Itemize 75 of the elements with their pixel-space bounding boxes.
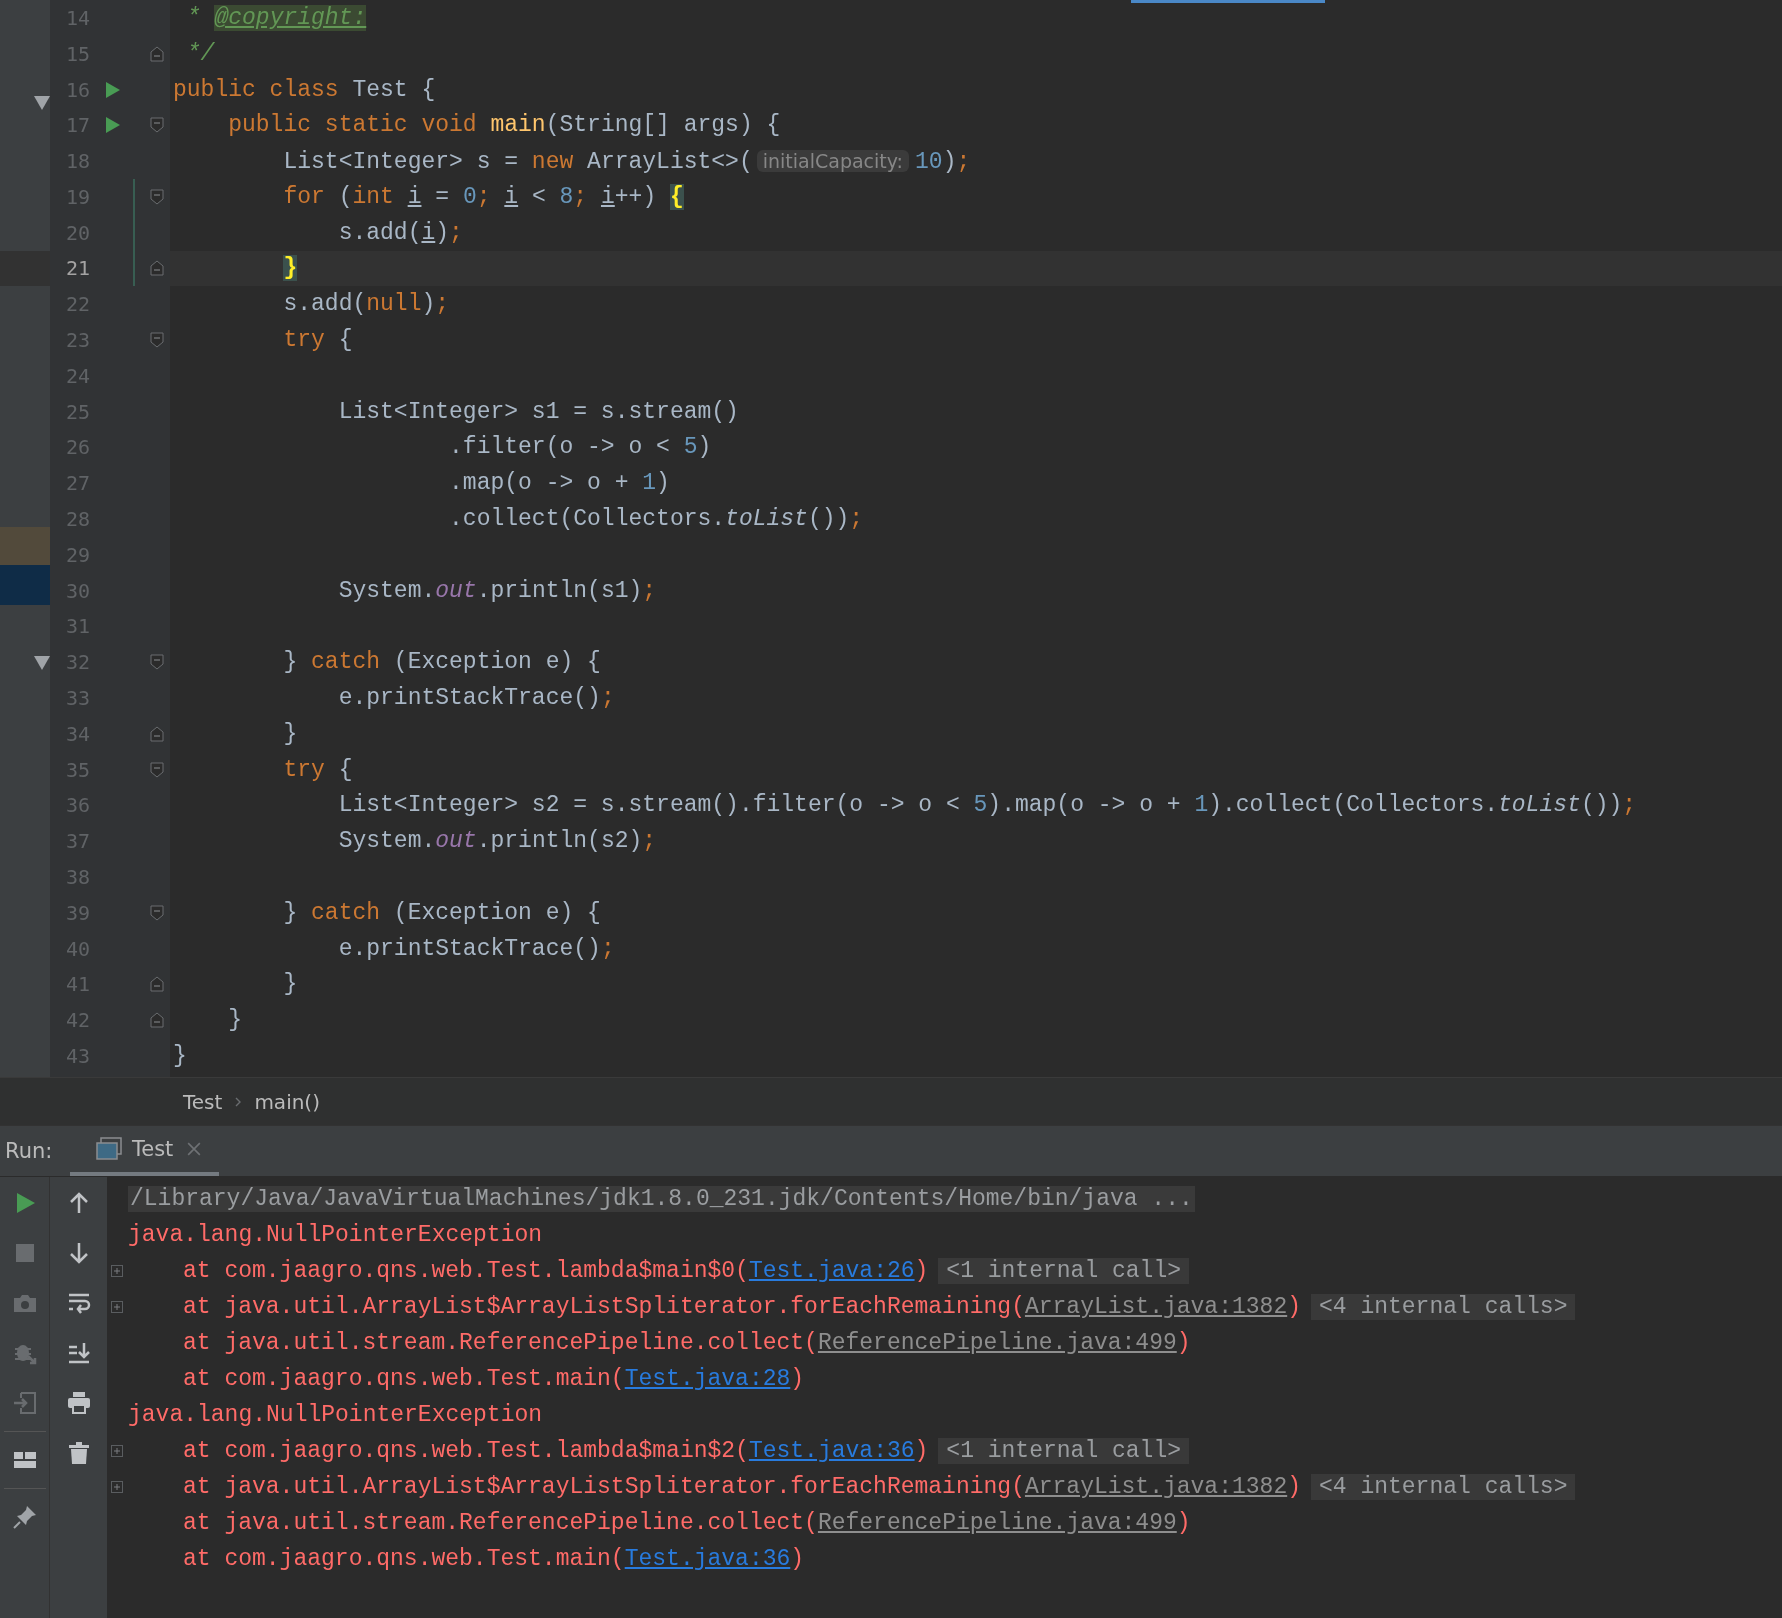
fold-icon[interactable] xyxy=(150,188,164,205)
close-icon[interactable] xyxy=(187,1142,202,1156)
file-link[interactable]: Test.java:26 xyxy=(748,1258,915,1284)
file-link[interactable]: Test.java:36 xyxy=(748,1438,915,1464)
code-line: } xyxy=(173,1042,187,1071)
line-number: 21 xyxy=(64,256,90,281)
print-icon[interactable] xyxy=(66,1391,91,1415)
code-line: List<Integer> s2 = s.stream().filter(o -> o < 5).map(o -> o + 1).collect(Collectors.toList()); xyxy=(337,791,1637,821)
code-line: } xyxy=(282,719,298,749)
breadcrumb-item[interactable]: main() xyxy=(254,1089,320,1114)
fold-icon[interactable] xyxy=(150,654,164,671)
code-line: s.add(null); xyxy=(282,290,450,320)
code-line: e.printStackTrace(); xyxy=(337,684,615,714)
stack-frame: at java.util.ArrayList$ArrayListSpliterator.forEachRemaining(ArrayList.java:1382) xyxy=(128,1294,1301,1320)
code-line: System.out.println(s2); xyxy=(337,827,657,857)
code-line: } catch (Exception e) { xyxy=(282,898,601,928)
expand-icon[interactable] xyxy=(111,1445,123,1457)
stack-frame: at com.jaagro.qns.web.Test.lambda$main$0(Test.java:26) xyxy=(128,1258,929,1284)
fold-icon[interactable] xyxy=(150,904,164,921)
code-line: e.printStackTrace(); xyxy=(337,934,615,964)
breadcrumb-item[interactable]: Test xyxy=(183,1089,223,1114)
run-icon[interactable] xyxy=(106,117,120,134)
fold-icon[interactable] xyxy=(150,761,164,778)
file-link[interactable]: Test.java:36 xyxy=(624,1546,791,1572)
expand-icon[interactable] xyxy=(111,1301,123,1313)
fold-icon[interactable] xyxy=(150,332,164,349)
exception-name: java.lang.NullPointerException xyxy=(128,1402,543,1428)
stack-frame: at com.jaagro.qns.web.Test.main(Test.java:28) xyxy=(128,1366,805,1392)
console-icon xyxy=(96,1137,122,1161)
code-line: } xyxy=(227,1006,242,1036)
code-line: .filter(o -> o < 5) xyxy=(448,433,712,463)
code-line: } catch (Exception e) { xyxy=(282,648,601,678)
code-line: System.out.println(s1); xyxy=(337,576,657,606)
run-icon[interactable] xyxy=(106,81,120,98)
code-line: List<Integer> s1 = s.stream() xyxy=(337,397,739,427)
triangle-icon xyxy=(34,96,50,110)
marker-block xyxy=(0,565,50,605)
code-line: List<Integer> s = new ArrayList<>( initialCapacity: 10); xyxy=(282,147,971,177)
chevron-icon xyxy=(234,1095,243,1108)
expand-icon[interactable] xyxy=(111,1265,123,1277)
file-link[interactable]: Test.java:28 xyxy=(624,1366,791,1392)
code-line: public static void main(String[] args) { xyxy=(227,111,781,141)
stack-frame: at com.jaagro.qns.web.Test.lambda$main$2(Test.java:36) xyxy=(128,1438,929,1464)
code-line: } xyxy=(282,970,298,1000)
stack-frame: at java.util.stream.ReferencePipeline.collect(ReferencePipeline.java:499) xyxy=(128,1510,1191,1536)
code-line: for (int i = 0; i < 8; i++) { xyxy=(282,182,684,212)
panel-label: Run: xyxy=(4,1138,54,1165)
code-line: s.add(i); xyxy=(337,218,463,248)
code-line: try { xyxy=(282,326,353,356)
fold-icon[interactable] xyxy=(150,260,164,277)
code-line: try { xyxy=(282,755,353,785)
code-line: .map(o -> o + 1) xyxy=(448,469,670,499)
marker-block xyxy=(0,527,50,565)
file-link[interactable]: ArrayList.java:1382 xyxy=(1024,1474,1288,1500)
scroll-to-end-icon[interactable] xyxy=(66,1341,91,1365)
soft-wrap-icon[interactable] xyxy=(66,1291,91,1315)
fold-icon[interactable] xyxy=(150,117,164,134)
internal-calls-note[interactable]: <4 internal calls> xyxy=(1311,1294,1576,1320)
file-link[interactable]: ReferencePipeline.java:499 xyxy=(817,1510,1177,1536)
internal-calls-note[interactable]: <1 internal call> xyxy=(938,1438,1189,1464)
internal-calls-note[interactable]: <4 internal calls> xyxy=(1311,1474,1576,1500)
internal-calls-note[interactable]: <1 internal call> xyxy=(938,1258,1189,1284)
stack-frame: at java.util.ArrayList$ArrayListSpliterator.forEachRemaining(ArrayList.java:1382) xyxy=(128,1474,1301,1500)
stack-frame: at java.util.stream.ReferencePipeline.collect(ReferencePipeline.java:499) xyxy=(128,1330,1191,1356)
code-line: .collect(Collectors.toList()); xyxy=(448,505,864,535)
exception-name: java.lang.NullPointerException xyxy=(128,1222,543,1248)
file-link[interactable]: ReferencePipeline.java:499 xyxy=(817,1330,1177,1356)
expand-icon[interactable] xyxy=(111,1481,123,1493)
trash-icon[interactable] xyxy=(66,1441,91,1465)
stack-frame: at com.jaagro.qns.web.Test.main(Test.java:36) xyxy=(128,1546,805,1572)
code-line: */ xyxy=(185,39,215,69)
file-link[interactable]: ArrayList.java:1382 xyxy=(1024,1294,1288,1320)
pin-icon[interactable] xyxy=(12,1505,37,1529)
code-line: public class Test { xyxy=(173,75,436,105)
triangle-icon xyxy=(34,656,50,670)
